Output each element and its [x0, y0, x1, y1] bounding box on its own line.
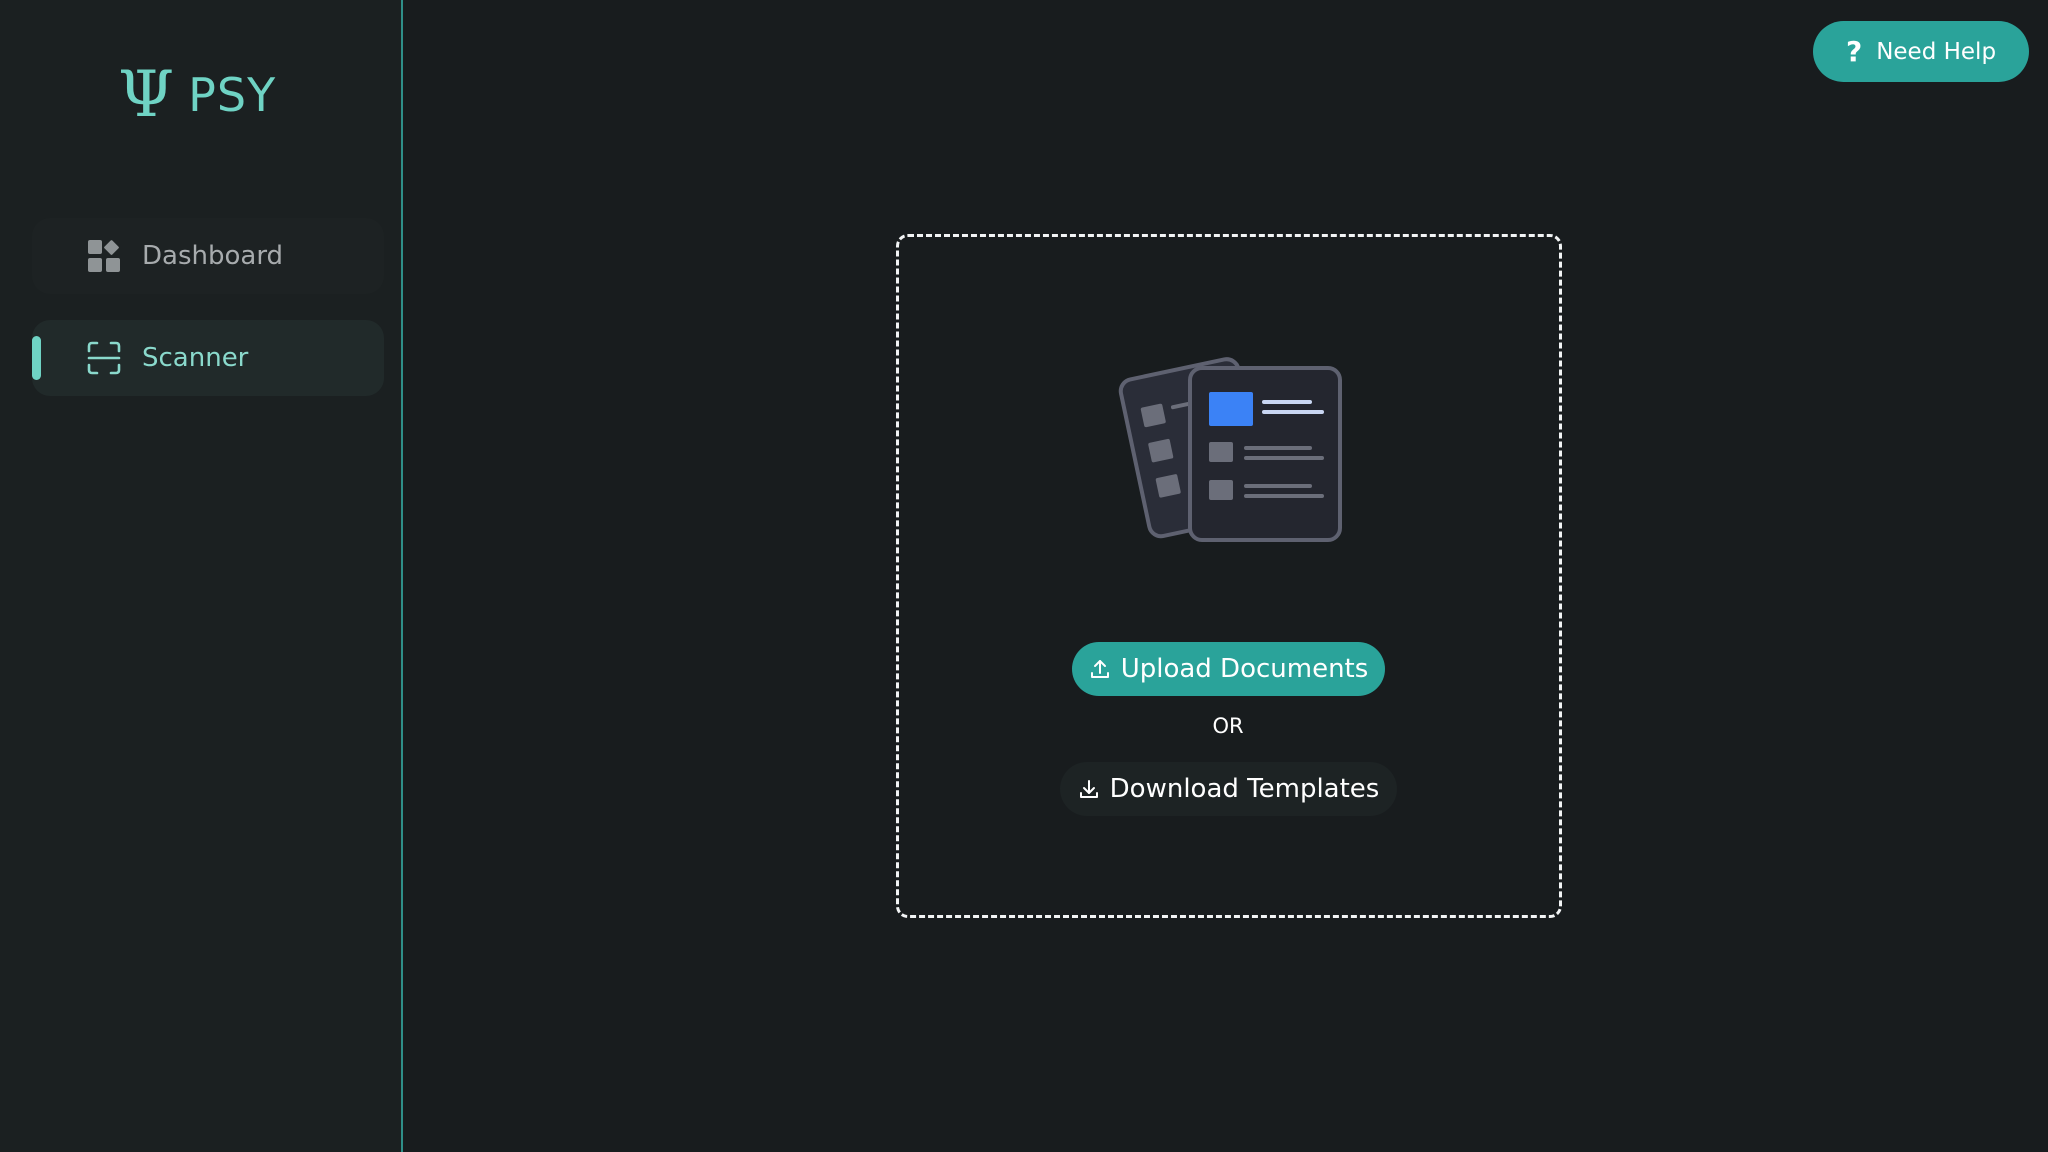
- brand-logo[interactable]: Ψ PSY: [118, 62, 276, 128]
- need-help-button[interactable]: ? Need Help: [1813, 21, 2029, 82]
- upload-icon: [1089, 658, 1111, 680]
- upload-label: Upload Documents: [1120, 654, 1369, 684]
- dashboard-icon: [86, 238, 122, 274]
- sidebar-item-label: Dashboard: [142, 241, 284, 271]
- scan-icon: [86, 340, 122, 376]
- sidebar-item-scanner[interactable]: Scanner: [32, 320, 384, 396]
- download-templates-button[interactable]: Download Templates: [1060, 762, 1397, 816]
- download-icon: [1078, 778, 1100, 800]
- sidebar: Ψ PSY Dashboard Scanner: [0, 0, 403, 1152]
- download-label: Download Templates: [1109, 774, 1380, 804]
- sidebar-item-label: Scanner: [142, 343, 249, 373]
- upload-documents-button[interactable]: Upload Documents: [1072, 642, 1385, 696]
- app-root: Ψ PSY Dashboard Scanner ? Need Help Uplo…: [0, 0, 2048, 1152]
- or-separator: OR: [1212, 714, 1244, 738]
- brand-name: PSY: [188, 68, 277, 122]
- documents-illustration-icon: [1112, 330, 1348, 546]
- question-icon: ?: [1845, 35, 1863, 68]
- active-indicator: [32, 336, 41, 380]
- help-label: Need Help: [1876, 38, 1997, 65]
- sidebar-item-dashboard[interactable]: Dashboard: [32, 218, 384, 294]
- psi-logo-icon: Ψ: [118, 58, 175, 132]
